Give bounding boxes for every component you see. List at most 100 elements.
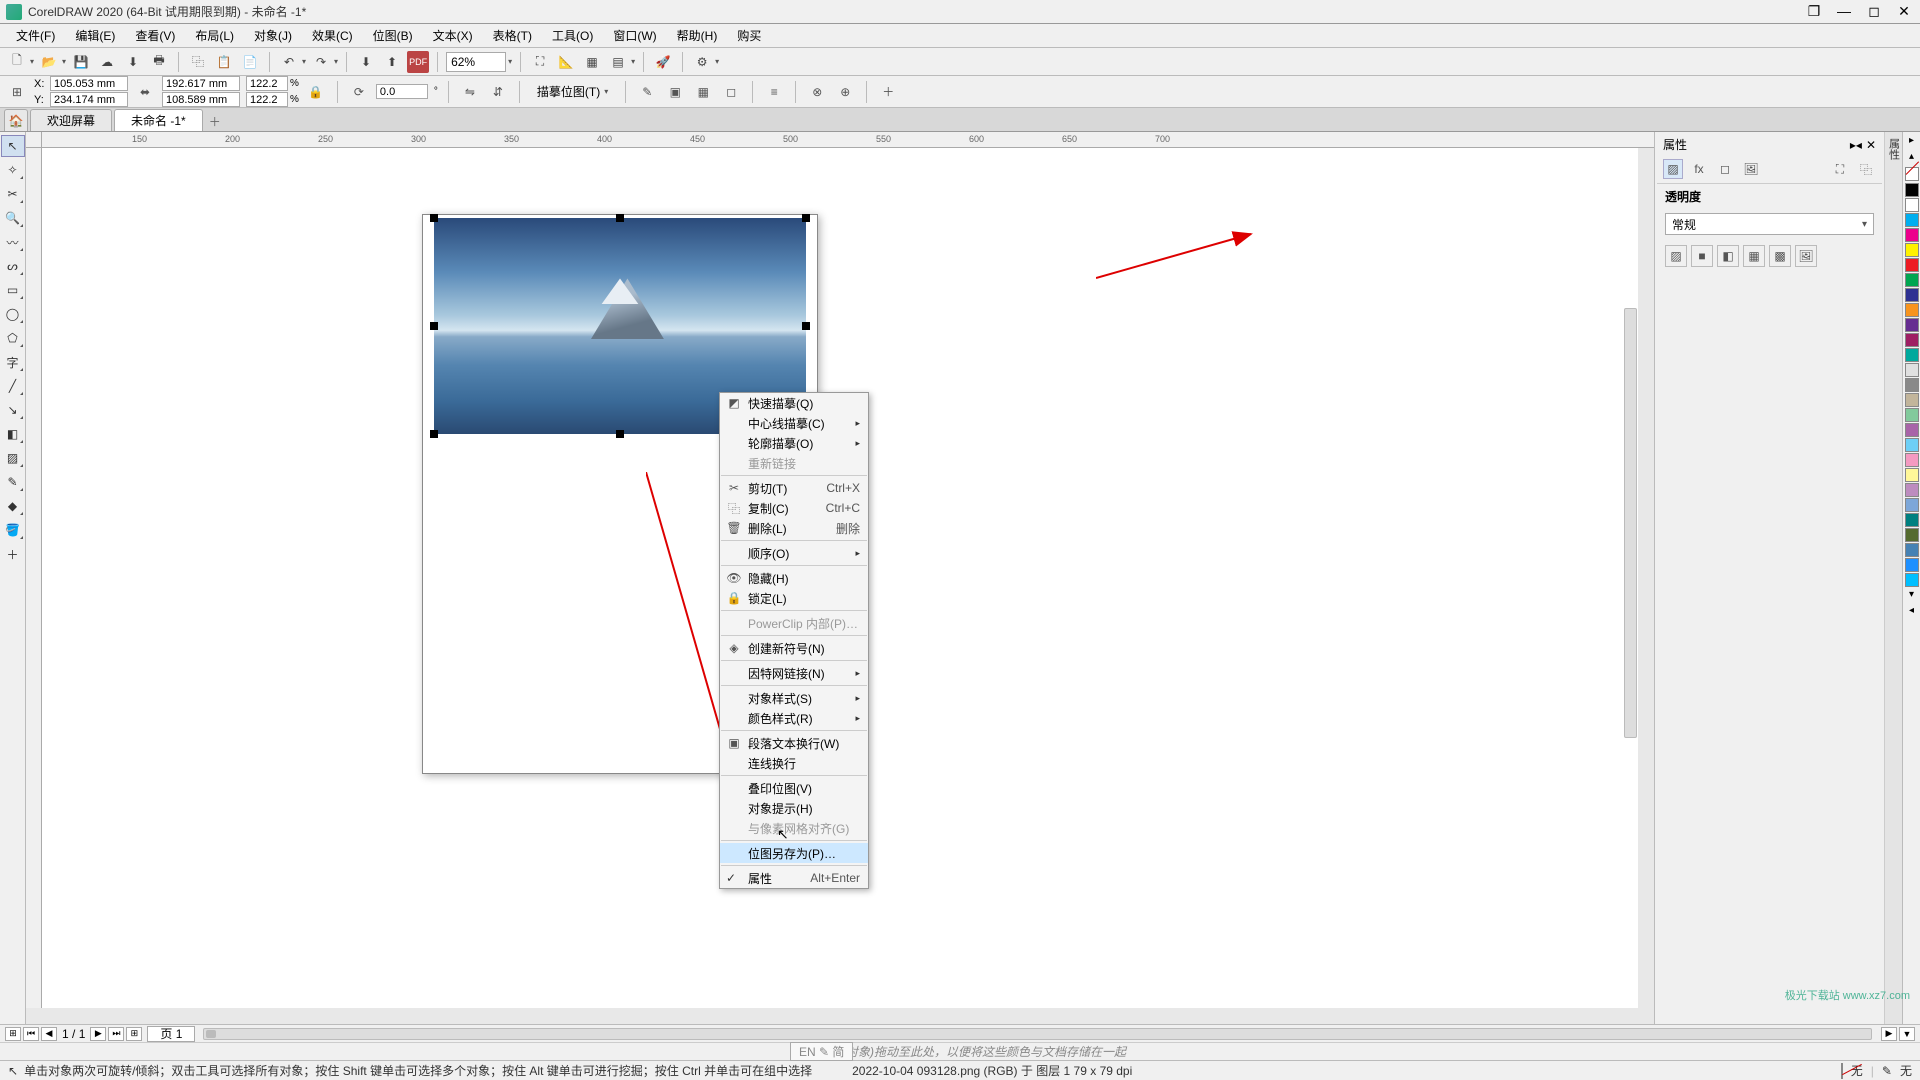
redo-button[interactable]: ↷: [310, 51, 332, 73]
print-button[interactable]: 🖶: [148, 51, 170, 73]
cm-outline-trace[interactable]: 轮廓描摹(O)▸: [720, 433, 868, 453]
cm-object-style[interactable]: 对象样式(S)▸: [720, 688, 868, 708]
color-swatch-25[interactable]: [1905, 558, 1919, 572]
cm-color-style[interactable]: 颜色样式(R)▸: [720, 708, 868, 728]
pos-y-input[interactable]: [50, 92, 128, 107]
document-tab[interactable]: 未命名 -1*: [114, 109, 203, 131]
expand-icon[interactable]: ⛶: [1830, 159, 1850, 179]
launch-button[interactable]: 🚀: [652, 51, 674, 73]
palette-expand-icon[interactable]: ◂: [1905, 605, 1919, 619]
page-add-after[interactable]: ⊞: [126, 1027, 142, 1041]
selection-handle-tr[interactable]: [802, 214, 810, 222]
interactive-fill-tool[interactable]: ◆: [1, 495, 25, 517]
menu-buy[interactable]: 购买: [729, 25, 769, 46]
mirror-v-button[interactable]: ⇵: [487, 81, 509, 103]
rectangle-tool[interactable]: ▭: [1, 279, 25, 301]
color-swatch-3[interactable]: [1905, 228, 1919, 242]
maximize-icon[interactable]: ◻: [1864, 3, 1884, 20]
cm-copy[interactable]: ⿻复制(C)Ctrl+C: [720, 498, 868, 518]
save-button[interactable]: 💾: [70, 51, 92, 73]
color-swatch-11[interactable]: [1905, 348, 1919, 362]
vertical-scrollbar[interactable]: [1624, 308, 1637, 738]
color-swatch-24[interactable]: [1905, 543, 1919, 557]
cm-new-symbol[interactable]: ◈创建新符号(N): [720, 638, 868, 658]
ellipse-tool[interactable]: ◯: [1, 303, 25, 325]
new-button[interactable]: 🗋: [6, 51, 28, 73]
minimize-icon[interactable]: —: [1834, 3, 1854, 20]
home-tab[interactable]: 🏠: [4, 109, 28, 131]
vertical-ruler[interactable]: [26, 148, 42, 1008]
cm-bitmap-save-as[interactable]: 位图另存为(P)…: [720, 843, 868, 863]
menu-text[interactable]: 文本(X): [425, 25, 481, 46]
cm-properties[interactable]: ✓属性Alt+Enter: [720, 868, 868, 888]
color-swatch-20[interactable]: [1905, 483, 1919, 497]
cm-internet-link[interactable]: 因特网链接(N)▸: [720, 663, 868, 683]
drop-shadow-tool[interactable]: ◧: [1, 423, 25, 445]
parallel-dim-tool[interactable]: ╱: [1, 375, 25, 397]
color-swatch-7[interactable]: [1905, 288, 1919, 302]
mirror-h-button[interactable]: ⇋: [459, 81, 481, 103]
trans-uniform-button[interactable]: ■: [1691, 245, 1713, 267]
horizontal-scrollbar[interactable]: [203, 1028, 1872, 1040]
selection-handle-bm[interactable]: [616, 430, 624, 438]
selection-handle-mr[interactable]: [802, 322, 810, 330]
lock-ratio-button[interactable]: 🔒: [305, 81, 327, 103]
page-prev[interactable]: ◀: [41, 1027, 57, 1041]
color-swatch-1[interactable]: [1905, 198, 1919, 212]
trans-bitmap-button[interactable]: 🖼: [1795, 245, 1817, 267]
cm-overprint-bitmap[interactable]: 叠印位图(V): [720, 778, 868, 798]
page-first[interactable]: ⏮: [23, 1027, 39, 1041]
undo-button[interactable]: ↶: [278, 51, 300, 73]
selection-handle-tm[interactable]: [616, 214, 624, 222]
connector-tool[interactable]: ↘: [1, 399, 25, 421]
color-swatch-17[interactable]: [1905, 438, 1919, 452]
page-add-before[interactable]: ⊞: [5, 1027, 21, 1041]
eyedropper-tool[interactable]: ✎: [1, 471, 25, 493]
trans-texture-button[interactable]: ▩: [1769, 245, 1791, 267]
menu-effects[interactable]: 效果(C): [304, 25, 361, 46]
trans-none-button[interactable]: ▨: [1665, 245, 1687, 267]
group-button[interactable]: ⊕: [834, 81, 856, 103]
outline-tab-icon[interactable]: ◻: [1715, 159, 1735, 179]
copy-props-icon[interactable]: ⿻: [1856, 159, 1876, 179]
selection-handle-tl[interactable]: [430, 214, 438, 222]
add-tab-button[interactable]: ＋: [205, 111, 225, 131]
export-button[interactable]: ⬆: [381, 51, 403, 73]
cm-paragraph-wrap[interactable]: ▣段落文本换行(W): [720, 733, 868, 753]
cm-object-hint[interactable]: 对象提示(H): [720, 798, 868, 818]
cm-centerline-trace[interactable]: 中心线描摹(C)▸: [720, 413, 868, 433]
outline-indicator-icon[interactable]: ✎: [1882, 1064, 1892, 1078]
menu-file[interactable]: 文件(F): [8, 25, 63, 46]
no-color-swatch[interactable]: [1905, 167, 1919, 181]
menu-table[interactable]: 表格(T): [485, 25, 540, 46]
color-swatch-6[interactable]: [1905, 273, 1919, 287]
restore-down-icon[interactable]: ❐: [1804, 3, 1824, 20]
cm-quick-trace[interactable]: ◩快速描摹(Q): [720, 393, 868, 413]
shape-tool[interactable]: ✧: [1, 159, 25, 181]
cm-delete[interactable]: 🗑删除(L)删除: [720, 518, 868, 538]
clipboard-button[interactable]: 📄: [239, 51, 261, 73]
menu-view[interactable]: 查看(V): [127, 25, 183, 46]
color-swatch-19[interactable]: [1905, 468, 1919, 482]
zoom-tool[interactable]: 🔍: [1, 207, 25, 229]
transparency-mode-dropdown[interactable]: 常规: [1665, 213, 1874, 235]
cm-order[interactable]: 顺序(O)▸: [720, 543, 868, 563]
straighten-button[interactable]: ◻: [720, 81, 742, 103]
options-button[interactable]: ⚙: [691, 51, 713, 73]
grid-button[interactable]: ▦: [581, 51, 603, 73]
polygon-tool[interactable]: ⬠: [1, 327, 25, 349]
color-swatch-21[interactable]: [1905, 498, 1919, 512]
color-swatch-18[interactable]: [1905, 453, 1919, 467]
artistic-tool[interactable]: ᔕ: [1, 255, 25, 277]
crop-tool[interactable]: ✂: [1, 183, 25, 205]
cm-hide[interactable]: 👁隐藏(H): [720, 568, 868, 588]
cloud-download-button[interactable]: ⬇: [122, 51, 144, 73]
menu-edit[interactable]: 编辑(E): [67, 25, 123, 46]
trans-fountain-button[interactable]: ◧: [1717, 245, 1739, 267]
selection-handle-ml[interactable]: [430, 322, 438, 330]
menu-window[interactable]: 窗口(W): [605, 25, 664, 46]
guides-button[interactable]: ▤: [607, 51, 629, 73]
palette-down-icon[interactable]: ▾: [1905, 589, 1919, 603]
menu-help[interactable]: 帮助(H): [669, 25, 726, 46]
docker-side-tab[interactable]: 属性: [1884, 132, 1902, 1024]
